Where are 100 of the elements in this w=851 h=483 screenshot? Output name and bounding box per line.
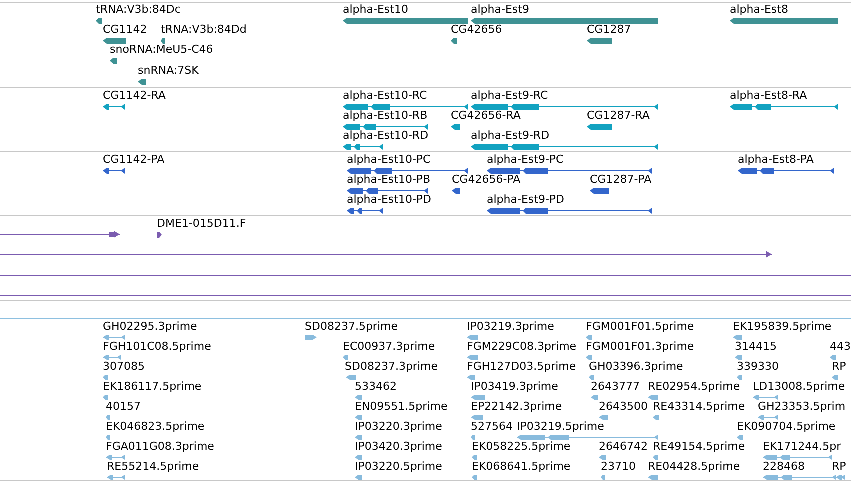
feature-label: RE55214.5prime [107, 461, 200, 473]
feature-label: RP [832, 361, 846, 373]
left-arrow-icon [106, 435, 110, 440]
exon-intron-icon [106, 455, 125, 460]
feature-label: RE02954.5prime [648, 381, 740, 393]
feature-label: alpha-Est9-RD [471, 130, 550, 142]
feature-label: alpha-Est9-PD [487, 194, 565, 206]
exon-intron-icon [347, 168, 468, 174]
feature-label: FGA011G08.3prime [106, 441, 214, 453]
feature-label: 533462 [355, 381, 397, 393]
feature-label: 23710 [601, 461, 636, 473]
exon-intron-icon [487, 168, 652, 174]
left-arrow-icon [346, 375, 356, 380]
feature-label: FGM001F01.3prime [586, 341, 694, 353]
exon-intron-icon [343, 144, 383, 150]
left-arrow-icon [451, 38, 457, 44]
feature-label: alpha-Est8 [730, 4, 788, 16]
left-arrow-icon [599, 415, 608, 420]
feature-label: alpha-Est9-RC [471, 90, 548, 102]
exon-intron-icon [103, 168, 125, 174]
exon-intron-icon [758, 415, 778, 420]
feature-label: EP22142.3prime [471, 401, 562, 413]
feature-label: EN09551.5prime [355, 401, 448, 413]
left-arrow-icon [586, 355, 592, 360]
left-arrow-icon [648, 395, 658, 400]
exon-intron-icon [730, 104, 838, 110]
left-arrow-icon [737, 435, 743, 440]
feature-label: EK058225.5prime [472, 441, 571, 453]
feature-label: alpha-Est10-RC [343, 90, 428, 102]
feature-label: FGH127D03.5prime [467, 361, 576, 373]
left-arrow-icon [737, 375, 742, 380]
left-arrow-icon [590, 188, 609, 194]
feature-label: CG42656-RA [451, 110, 521, 122]
left-arrow-icon [451, 124, 460, 130]
left-arrow-icon [467, 355, 478, 360]
feature-label: 339330 [737, 361, 779, 373]
feature-label: DME1-015D11.F [157, 218, 246, 230]
exon-intron-icon [103, 335, 125, 340]
left-arrow-icon [648, 475, 658, 480]
feature-label: CG1142-PA [103, 154, 165, 166]
feature-label: tRNA:V3b:84Dc [96, 4, 181, 16]
feature-label: GH23353.5prim [758, 401, 846, 413]
feature-label: CG1142 [103, 24, 148, 36]
feature-label: alpha-Est10-PC [347, 154, 431, 166]
feature-label: 2643777 [591, 381, 640, 393]
feature-label: EK046823.5prime [106, 421, 205, 433]
left-arrow-icon [96, 18, 102, 24]
feature-label: 307085 [103, 361, 145, 373]
feature-label: CG1142-RA [103, 90, 166, 102]
feature-label: alpha-Est8-RA [730, 90, 808, 102]
feature-label: IP03219.5prime [517, 421, 604, 433]
feature-label: 527564 [471, 421, 513, 433]
exon-intron-icon [347, 188, 428, 194]
feature-label: RE49154.5prime [653, 441, 746, 453]
left-arrow-icon [355, 475, 362, 480]
left-arrow-icon [103, 375, 108, 380]
feature-label: FGM001F01.5prime [586, 321, 694, 333]
feature-label: alpha-Est10-RD [343, 130, 429, 142]
left-arrow-icon [587, 38, 612, 44]
left-arrow-icon [138, 79, 146, 85]
left-arrow-icon [653, 415, 659, 420]
feature-label: CG42656 [451, 24, 502, 36]
feature-label: IP03219.3prime [467, 321, 554, 333]
feature-label: 2646742 [599, 441, 648, 453]
exon-intron-icon [343, 104, 468, 110]
left-arrow-icon [343, 355, 348, 360]
feature-label: 314415 [735, 341, 777, 353]
left-arrow-icon [591, 395, 598, 400]
feature-label: alpha-Est8-PA [738, 154, 814, 166]
left-arrow-icon [599, 455, 606, 460]
feature-label: CG42656-PA [452, 174, 521, 186]
feature-label: SD08237.3prime [345, 361, 438, 373]
feature-label: FGM229C08.3prime [467, 341, 577, 353]
right-arrow-icon [305, 335, 317, 340]
left-arrow-icon [110, 58, 117, 64]
left-arrow-icon [106, 415, 110, 420]
feature-label: EK068641.5prime [472, 461, 571, 473]
feature-label: GH02295.3prime [103, 321, 198, 333]
feature-label: GH03396.3prime [589, 361, 684, 373]
feature-label: SD08237.5prime [305, 321, 398, 333]
left-arrow-icon [586, 335, 592, 340]
exon-intron-icon [107, 475, 125, 480]
exon-intron-icon [471, 104, 658, 110]
left-arrow-icon [472, 455, 477, 460]
feature-label: CG1287-RA [587, 110, 650, 122]
left-arrow-icon [467, 335, 478, 340]
exon-intron-icon [517, 435, 658, 440]
left-arrow-icon [355, 395, 362, 400]
feature-label: FGH101C08.5prime [103, 341, 212, 353]
feature-label: 443 [830, 341, 851, 353]
feature-label: EK195839.5prime [733, 321, 832, 333]
feature-label: EK090704.5prime [737, 421, 836, 433]
left-arrow-icon [601, 475, 605, 480]
left-arrow-icon [452, 188, 460, 194]
left-arrow-icon [471, 435, 475, 440]
exon-intron-icon [347, 208, 383, 214]
feature-label: IP03420.3prime [355, 441, 442, 453]
feature-label: 228468 [763, 461, 805, 473]
feature-label: RE04428.5prime [648, 461, 740, 473]
left-arrow-icon [587, 124, 612, 130]
